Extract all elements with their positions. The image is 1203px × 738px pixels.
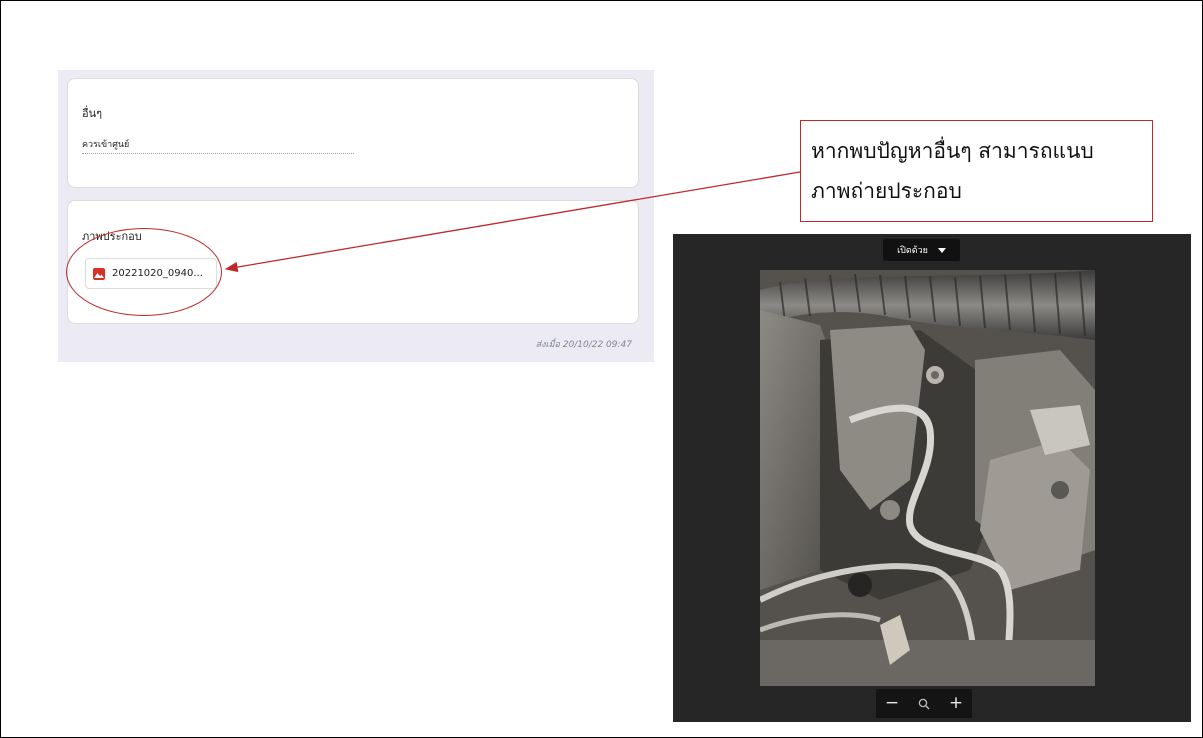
other-question-card: อื่นๆ ควรเข้าศูนย์ bbox=[67, 78, 639, 188]
submitted-timestamp: ส่งเมื่อ 20/10/22 09:47 bbox=[535, 340, 632, 350]
answer-underline bbox=[82, 153, 354, 154]
other-answer-text: ควรเข้าศูนย์ bbox=[82, 140, 130, 150]
engine-photo-illustration bbox=[760, 270, 1095, 686]
image-question-card: ภาพประกอบ 20221020_0940... bbox=[67, 200, 639, 324]
other-question-title: อื่นๆ bbox=[82, 107, 103, 120]
zoom-out-button[interactable]: − bbox=[881, 693, 903, 715]
attached-file-chip[interactable]: 20221020_0940... bbox=[85, 258, 217, 289]
image-viewer: เปิดด้วย − + bbox=[673, 234, 1191, 722]
magnifier-icon[interactable] bbox=[913, 693, 935, 715]
image-file-icon bbox=[93, 267, 105, 280]
engine-bay-photo bbox=[760, 270, 1095, 686]
zoom-toolbar: − + bbox=[876, 689, 972, 718]
open-with-label: เปิดด้วย bbox=[897, 246, 928, 256]
open-with-button[interactable]: เปิดด้วย bbox=[883, 239, 960, 261]
callout-line-2: ภาพถ่ายประกอบ bbox=[811, 179, 962, 203]
annotation-callout: หากพบปัญหาอื่นๆ สามารถแนบ ภาพถ่ายประกอบ bbox=[800, 120, 1153, 222]
attached-file-name: 20221020_0940... bbox=[112, 268, 203, 279]
callout-line-1: หากพบปัญหาอื่นๆ สามารถแนบ bbox=[811, 139, 1094, 163]
chevron-down-icon bbox=[937, 247, 946, 253]
image-question-title: ภาพประกอบ bbox=[82, 230, 142, 243]
zoom-in-button[interactable]: + bbox=[945, 693, 967, 715]
